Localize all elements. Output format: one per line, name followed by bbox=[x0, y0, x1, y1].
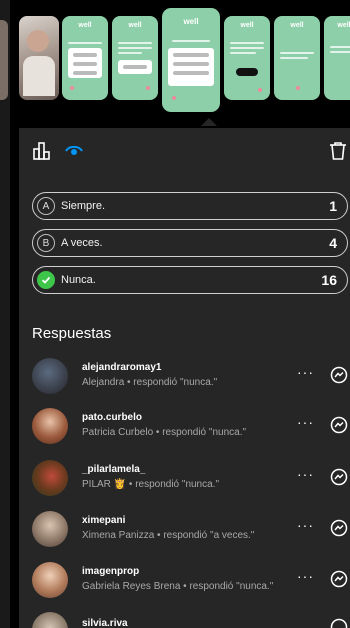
responses-heading: Respuestas bbox=[32, 325, 112, 342]
active-slide-pointer bbox=[201, 118, 217, 126]
avatar[interactable] bbox=[32, 408, 68, 444]
previous-story-edge bbox=[0, 0, 10, 628]
response-row[interactable]: _pilarlamela_ PILAR 👸 • respondió "nunca… bbox=[32, 460, 348, 504]
more-options-button[interactable]: ··· bbox=[297, 364, 314, 380]
story-thumbnail-carousel[interactable]: well well well well well well bbox=[19, 0, 350, 128]
results-toolbar bbox=[19, 130, 350, 174]
avatar[interactable] bbox=[32, 562, 68, 598]
story-poll-results-panel: well well well well well well A Siempre.… bbox=[19, 0, 350, 628]
response-detail: Gabriela Reyes Brena • respondió "nunca.… bbox=[82, 581, 274, 592]
option-label: Nunca. bbox=[61, 274, 96, 286]
more-options-button[interactable]: ··· bbox=[297, 517, 314, 533]
brand-logo: well bbox=[183, 17, 199, 26]
option-vote-count: 4 bbox=[329, 235, 337, 251]
response-row[interactable]: silvia.riva bbox=[32, 612, 348, 628]
messenger-icon[interactable] bbox=[330, 468, 348, 486]
messenger-icon[interactable] bbox=[330, 618, 348, 628]
brand-logo: well bbox=[240, 22, 254, 29]
option-label: Siempre. bbox=[61, 200, 106, 212]
story-thumbnail-active[interactable]: well bbox=[162, 8, 220, 112]
brand-logo: well bbox=[290, 22, 304, 29]
messenger-icon[interactable] bbox=[330, 366, 348, 384]
story-thumbnail-7[interactable]: well bbox=[324, 16, 350, 100]
option-vote-count: 16 bbox=[321, 272, 337, 288]
response-row[interactable]: alejandraromay1 Alejandra • respondió "n… bbox=[32, 358, 348, 402]
response-detail: Ximena Panizza • respondió "a veces." bbox=[82, 530, 255, 541]
eye-icon[interactable] bbox=[63, 140, 85, 162]
avatar[interactable] bbox=[32, 511, 68, 547]
avatar[interactable] bbox=[32, 612, 68, 628]
story-thumbnail-2[interactable]: well bbox=[62, 16, 108, 100]
more-options-button[interactable]: ··· bbox=[297, 466, 314, 482]
response-username[interactable]: imagenprop bbox=[82, 566, 139, 577]
messenger-icon[interactable] bbox=[330, 416, 348, 434]
poll-option-c: Nunca. 16 bbox=[32, 266, 348, 294]
bar-chart-icon[interactable] bbox=[31, 140, 53, 162]
story-thumbnail-3[interactable]: well bbox=[112, 16, 158, 100]
previous-story-thumbnail bbox=[0, 20, 8, 100]
brand-logo: well bbox=[78, 22, 92, 29]
avatar[interactable] bbox=[32, 358, 68, 394]
response-detail: Alejandra • respondió "nunca." bbox=[82, 377, 218, 388]
response-username[interactable]: silvia.riva bbox=[82, 618, 128, 628]
response-username[interactable]: _pilarlamela_ bbox=[82, 464, 145, 475]
response-row[interactable]: pato.curbelo Patricia Curbelo • respondi… bbox=[32, 408, 348, 452]
response-detail: PILAR 👸 • respondió "nunca." bbox=[82, 479, 220, 490]
response-username[interactable]: alejandraromay1 bbox=[82, 362, 162, 373]
brand-logo: well bbox=[128, 22, 142, 29]
option-vote-count: 1 bbox=[329, 198, 337, 214]
story-thumbnail-6[interactable]: well bbox=[274, 16, 320, 100]
trash-icon[interactable] bbox=[327, 140, 349, 162]
response-row[interactable]: ximepani Ximena Panizza • respondió "a v… bbox=[32, 511, 348, 555]
messenger-icon[interactable] bbox=[330, 519, 348, 537]
more-options-button[interactable]: ··· bbox=[297, 414, 314, 430]
poll-option-a: A Siempre. 1 bbox=[32, 192, 348, 220]
more-options-button[interactable]: ··· bbox=[297, 568, 314, 584]
messenger-icon[interactable] bbox=[330, 570, 348, 588]
option-letter-badge: B bbox=[37, 234, 55, 252]
brand-logo: well bbox=[337, 22, 350, 29]
response-row[interactable]: imagenprop Gabriela Reyes Brena • respon… bbox=[32, 562, 348, 606]
poll-option-b: B A veces. 4 bbox=[32, 229, 348, 257]
avatar[interactable] bbox=[32, 460, 68, 496]
story-thumbnail-1[interactable] bbox=[19, 16, 59, 100]
option-letter-badge: A bbox=[37, 197, 55, 215]
response-username[interactable]: pato.curbelo bbox=[82, 412, 142, 423]
response-detail: Patricia Curbelo • respondió "nunca." bbox=[82, 427, 247, 438]
response-username[interactable]: ximepani bbox=[82, 515, 125, 526]
checkmark-icon bbox=[37, 271, 55, 289]
option-label: A veces. bbox=[61, 237, 103, 249]
story-thumbnail-5[interactable]: well bbox=[224, 16, 270, 100]
